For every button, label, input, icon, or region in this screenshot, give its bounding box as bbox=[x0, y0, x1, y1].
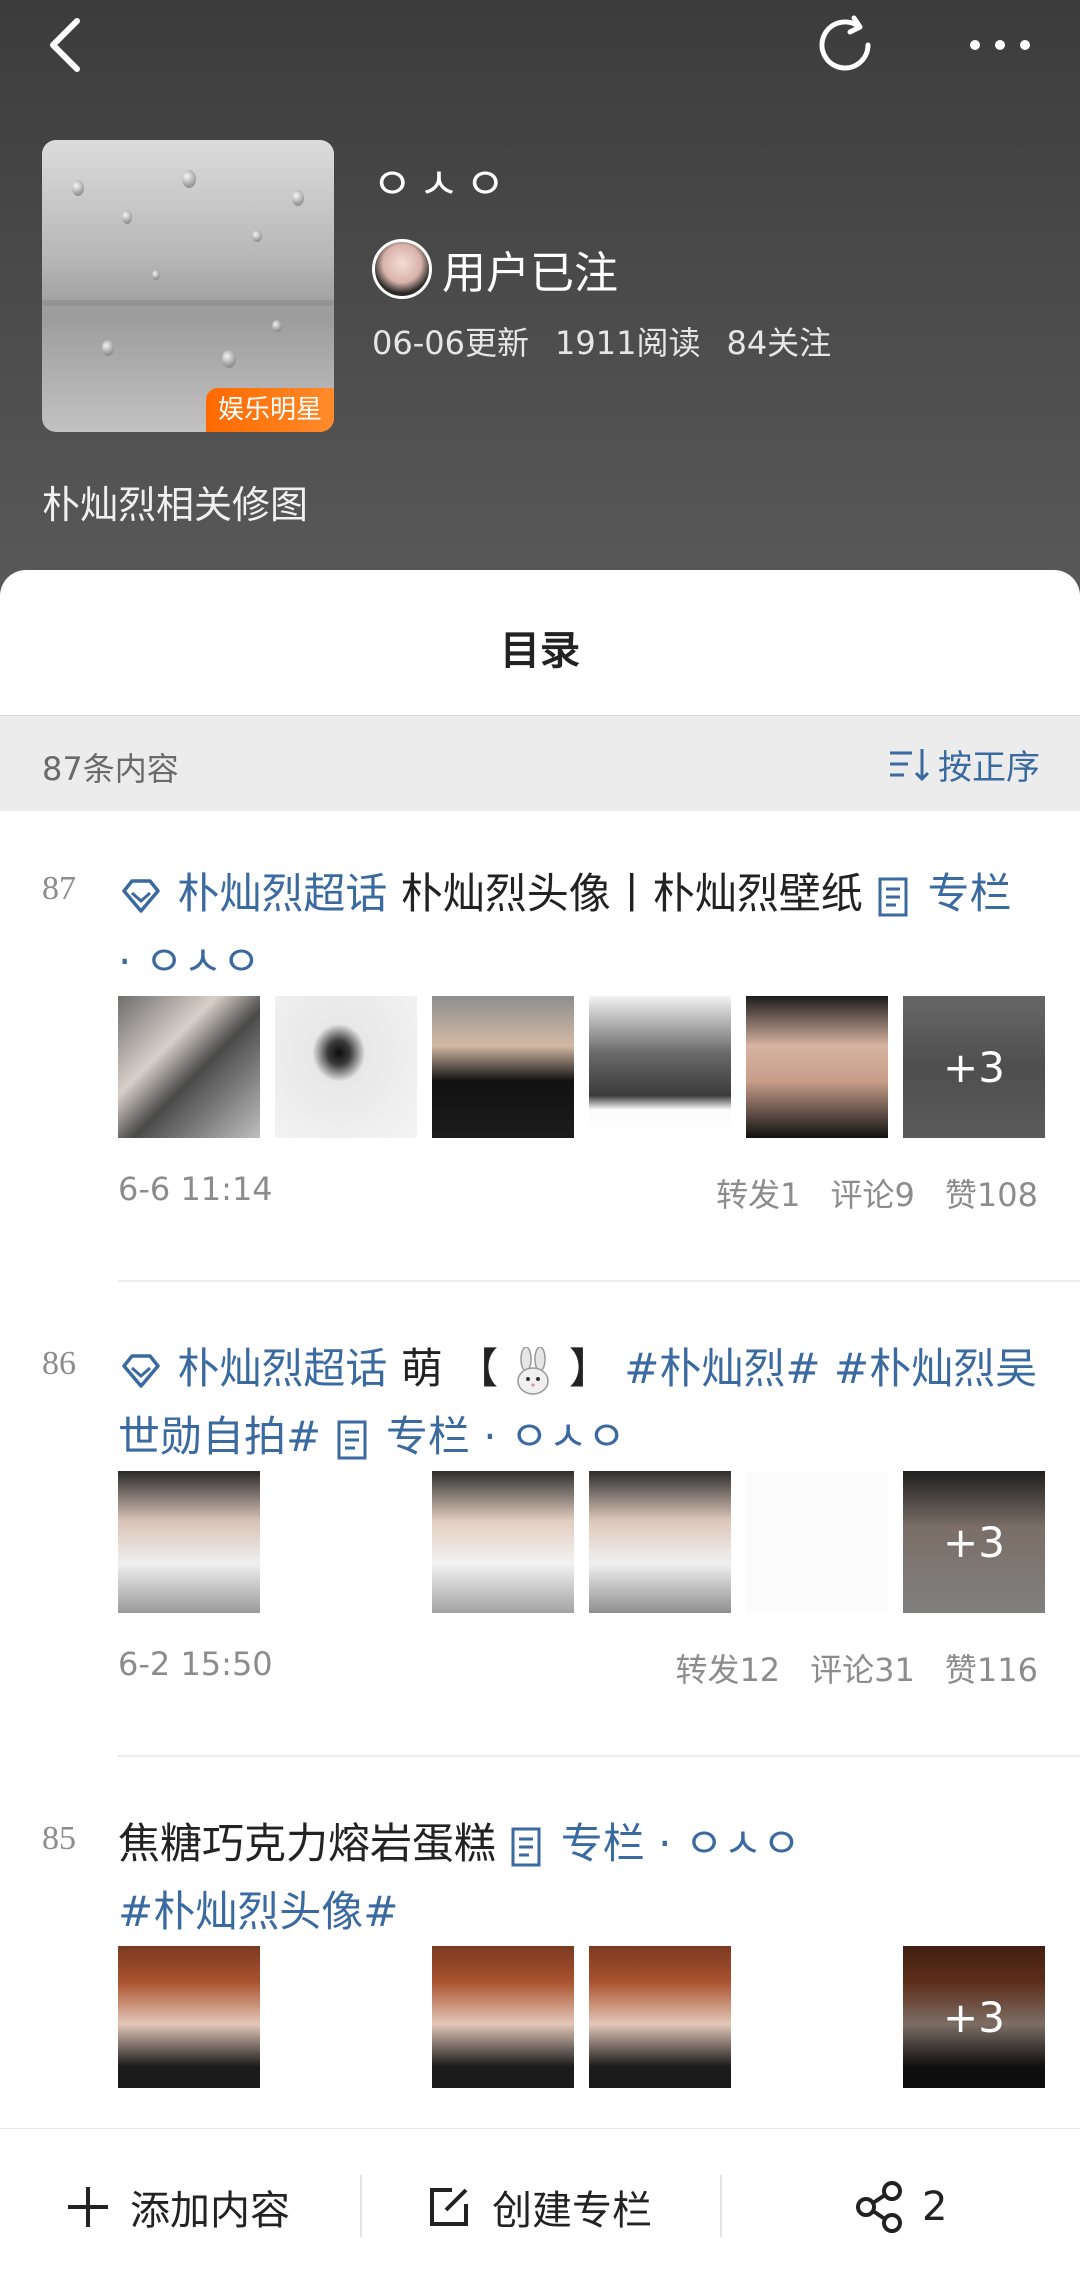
rabbit-emoji-icon bbox=[517, 1346, 550, 1395]
album-stats: 06-06更新 1911阅读 84关注 bbox=[372, 318, 831, 364]
image-grid: +3 bbox=[118, 1946, 1045, 2088]
thumbnail-image[interactable] bbox=[746, 1471, 888, 1613]
avatar[interactable] bbox=[372, 239, 432, 299]
more-images-count: +3 bbox=[903, 1471, 1045, 1613]
item-number: 86 bbox=[42, 1345, 76, 1382]
more-dots-icon bbox=[970, 40, 1030, 50]
thumbnail-image[interactable] bbox=[118, 996, 260, 1138]
read-count: 1911阅读 bbox=[555, 324, 701, 362]
thumbnail-image[interactable]: +3 bbox=[903, 996, 1045, 1138]
like-count[interactable]: 赞116 bbox=[945, 1645, 1038, 1691]
divider bbox=[118, 1755, 1080, 1757]
thumbnail-image[interactable] bbox=[589, 996, 731, 1138]
thumbnail-image[interactable] bbox=[432, 1946, 574, 2088]
album-description: 朴灿烈相关修图 bbox=[42, 483, 309, 527]
sheet-title: 目录 bbox=[500, 628, 580, 674]
article-icon bbox=[511, 1827, 541, 1866]
thumbnail-image[interactable] bbox=[589, 1471, 731, 1613]
post-time: 6-2 15:50 bbox=[118, 1645, 273, 1683]
item-meta: 6-6 11:14 转发1 评论9 赞108 bbox=[118, 1170, 1038, 1216]
add-content-button[interactable]: 添加内容 bbox=[64, 2129, 290, 2284]
album-title: ㅇㅅㅇ bbox=[372, 159, 512, 210]
category-badge: 娱乐明星 bbox=[205, 388, 334, 432]
share-icon bbox=[856, 2181, 902, 2233]
repost-count[interactable]: 转发12 bbox=[675, 1645, 780, 1691]
divider bbox=[360, 2175, 362, 2237]
sort-icon bbox=[890, 749, 930, 782]
comment-count[interactable]: 评论9 bbox=[831, 1170, 915, 1216]
item-number: 87 bbox=[42, 870, 76, 907]
top-bar bbox=[0, 0, 1080, 100]
refresh-icon bbox=[819, 15, 871, 71]
refresh-button[interactable] bbox=[810, 10, 880, 80]
sort-label: 按正序 bbox=[938, 747, 1040, 788]
create-column-label: 创建专栏 bbox=[492, 2188, 652, 2234]
item-text: 焦糖巧克力熔岩蛋糕 bbox=[118, 1819, 497, 1868]
item-meta: 6-2 15:50 转发12 评论31 赞116 bbox=[118, 1645, 1038, 1691]
image-grid: +3 bbox=[118, 1471, 1045, 1613]
album-cover: 娱乐明星 bbox=[42, 140, 334, 432]
hashtag-link[interactable]: #朴灿烈头像# bbox=[118, 1887, 398, 1936]
thumbnail-image[interactable]: +3 bbox=[903, 1471, 1045, 1613]
more-images-count: +3 bbox=[903, 996, 1045, 1138]
plus-icon bbox=[68, 2187, 108, 2227]
column-link[interactable]: 专栏 · ㅇㅅㅇ bbox=[561, 1819, 801, 1868]
divider bbox=[118, 1280, 1080, 1282]
bottom-action-bar: 添加内容 创建专栏 2 bbox=[0, 2128, 1080, 2284]
thumbnail-image[interactable] bbox=[275, 1471, 417, 1613]
thumbnail-image[interactable] bbox=[275, 1946, 417, 2088]
repost-count[interactable]: 转发1 bbox=[716, 1170, 800, 1216]
super-topic-icon bbox=[122, 1353, 160, 1388]
back-arrow-icon bbox=[50, 18, 80, 72]
post-time: 6-6 11:14 bbox=[118, 1170, 273, 1208]
edit-icon bbox=[430, 2188, 468, 2226]
back-button[interactable] bbox=[30, 10, 100, 80]
thumbnail-image[interactable] bbox=[432, 996, 574, 1138]
content-count: 87条内容 bbox=[42, 750, 179, 788]
item-title[interactable]: 朴灿烈超话 朴灿烈头像丨朴灿烈壁纸 专栏 · ㅇㅅㅇ bbox=[118, 860, 1038, 996]
contents-sheet: 目录 87条内容 按正序 87 朴灿烈超话 朴灿烈头像丨朴灿烈壁纸 专栏 · ㅇ… bbox=[0, 570, 1080, 2284]
sort-order-button[interactable]: 按正序 bbox=[886, 738, 1040, 790]
create-column-button[interactable]: 创建专栏 bbox=[424, 2129, 652, 2284]
item-text: 萌 【 bbox=[400, 1344, 499, 1393]
item-title[interactable]: 焦糖巧克力熔岩蛋糕 专栏 · ㅇㅅㅇ #朴灿烈头像# bbox=[118, 1810, 1038, 1946]
item-title[interactable]: 朴灿烈超话 萌 【 】 #朴灿烈# #朴灿烈吴世勋自拍# 专栏 · ㅇㅅㅇ bbox=[118, 1335, 1038, 1471]
article-icon bbox=[337, 1420, 367, 1459]
thumbnail-image[interactable] bbox=[746, 996, 888, 1138]
list-item[interactable]: 87 朴灿烈超话 朴灿烈头像丨朴灿烈壁纸 专栏 · ㅇㅅㅇ +3 6-6 11:… bbox=[0, 860, 1080, 1300]
content-count-bar: 87条内容 按正序 bbox=[0, 715, 1080, 811]
album-header: 娱乐明星 ㅇㅅㅇ 用户已注 06-06更新 1911阅读 84关注 朴灿烈相关修… bbox=[0, 0, 1080, 620]
add-content-label: 添加内容 bbox=[130, 2188, 290, 2234]
thumbnail-image[interactable] bbox=[432, 1471, 574, 1613]
super-topic-link[interactable]: 朴灿烈超话 bbox=[177, 1344, 387, 1393]
image-grid: +3 bbox=[118, 996, 1045, 1138]
follow-count: 84关注 bbox=[726, 324, 832, 362]
thumbnail-image[interactable]: +3 bbox=[903, 1946, 1045, 2088]
comment-count[interactable]: 评论31 bbox=[810, 1645, 915, 1691]
column-link[interactable]: 专栏 · ㅇㅅㅇ bbox=[386, 1412, 626, 1461]
article-icon bbox=[878, 877, 908, 916]
divider bbox=[720, 2175, 722, 2237]
thumbnail-image[interactable] bbox=[275, 996, 417, 1138]
list-item[interactable]: 86 朴灿烈超话 萌 【 】 #朴灿烈# #朴灿烈吴世勋自拍# 专栏 · ㅇㅅㅇ… bbox=[0, 1335, 1080, 1775]
thumbnail-image[interactable] bbox=[589, 1946, 731, 2088]
super-topic-icon bbox=[122, 878, 160, 913]
updated-date: 06-06更新 bbox=[372, 324, 529, 362]
share-button[interactable]: 2 bbox=[852, 2129, 947, 2284]
super-topic-link[interactable]: 朴灿烈超话 bbox=[177, 869, 387, 918]
like-count[interactable]: 赞108 bbox=[945, 1170, 1038, 1216]
thumbnail-image[interactable] bbox=[118, 1471, 260, 1613]
item-text: 朴灿烈头像丨朴灿烈壁纸 bbox=[400, 869, 863, 918]
author-row[interactable]: 用户已注 bbox=[372, 238, 618, 300]
item-text-end: 】 bbox=[568, 1344, 611, 1393]
thumbnail-image[interactable] bbox=[118, 1946, 260, 2088]
thumbnail-image[interactable] bbox=[746, 1946, 888, 2088]
share-count: 2 bbox=[922, 2184, 948, 2230]
more-images-count: +3 bbox=[903, 1946, 1045, 2088]
more-options-button[interactable] bbox=[960, 10, 1040, 80]
item-number: 85 bbox=[42, 1820, 76, 1857]
author-name[interactable]: 用户已注 bbox=[442, 237, 618, 301]
